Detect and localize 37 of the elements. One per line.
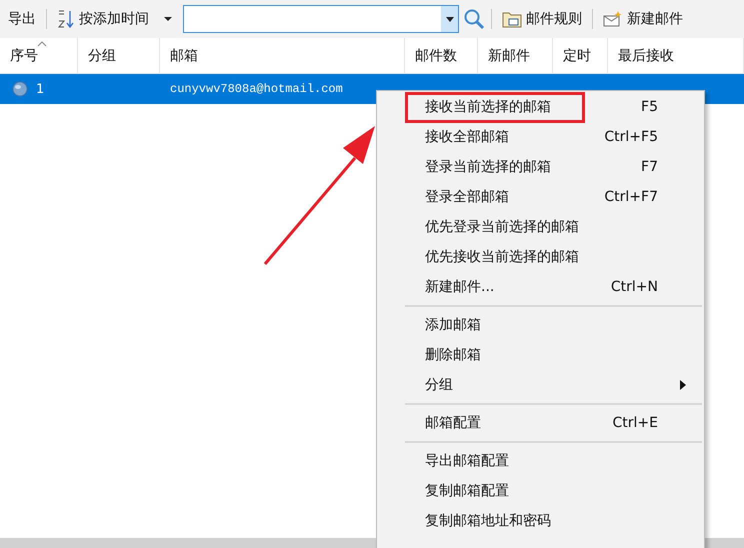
column-header[interactable]: 序号 — [10, 46, 38, 64]
menu-item[interactable]: 分组 — [377, 370, 704, 400]
menu-item[interactable]: 登录全部邮箱 Ctrl+F7 — [377, 182, 704, 212]
column-header[interactable]: 最后接收 — [618, 46, 674, 64]
menu-item[interactable]: 导出邮箱配置 — [377, 446, 704, 476]
menu-item[interactable]: 新建邮件... Ctrl+N — [377, 272, 704, 302]
caret-icon[interactable] — [163, 16, 173, 22]
menu-item[interactable]: 复制邮箱配置 — [377, 476, 704, 506]
menu-item[interactable]: 删除邮箱 — [377, 340, 704, 370]
search-field[interactable] — [183, 5, 459, 33]
menu-item[interactable]: 复制邮箱地址和密码 — [377, 506, 704, 536]
search-icon[interactable] — [463, 8, 485, 30]
table-cell: 1 — [36, 82, 44, 96]
menu-item[interactable]: 优先接收当前选择的邮箱 — [377, 242, 704, 272]
column-header[interactable]: 分组 — [88, 46, 116, 64]
rules-button[interactable]: 邮件规则 — [498, 8, 586, 30]
menu-item[interactable]: 接收全部邮箱 Ctrl+F5 — [377, 122, 704, 152]
sort-icon — [57, 9, 75, 29]
table-cell: cunyvwv7808a@hotmail.com — [170, 82, 343, 96]
globe-icon — [12, 81, 28, 97]
sort-caret-icon — [37, 41, 47, 47]
folder-icon — [502, 10, 522, 28]
dropdown-button[interactable] — [441, 6, 458, 32]
new-mail-button[interactable]: 新建邮件 — [599, 8, 687, 30]
menu-item[interactable]: 优先登录当前选择的邮箱 — [377, 212, 704, 242]
column-header[interactable]: 新邮件 — [488, 46, 530, 64]
column-header[interactable]: 邮件数 — [415, 46, 457, 64]
menu-item[interactable]: 邮箱配置 Ctrl+E — [377, 408, 704, 438]
export-button[interactable]: 导出 — [4, 8, 40, 30]
sort-button[interactable]: 按添加时间 — [53, 7, 153, 31]
menu-item[interactable]: 登录当前选择的邮箱 F7 — [377, 152, 704, 182]
caret-icon — [446, 16, 454, 22]
submenu-arrow-icon — [680, 380, 686, 390]
envelope-icon — [603, 10, 623, 28]
column-header[interactable]: 邮箱 — [170, 46, 198, 64]
column-header[interactable]: 定时 — [563, 46, 591, 64]
menu-item[interactable]: 添加邮箱 — [377, 310, 704, 340]
